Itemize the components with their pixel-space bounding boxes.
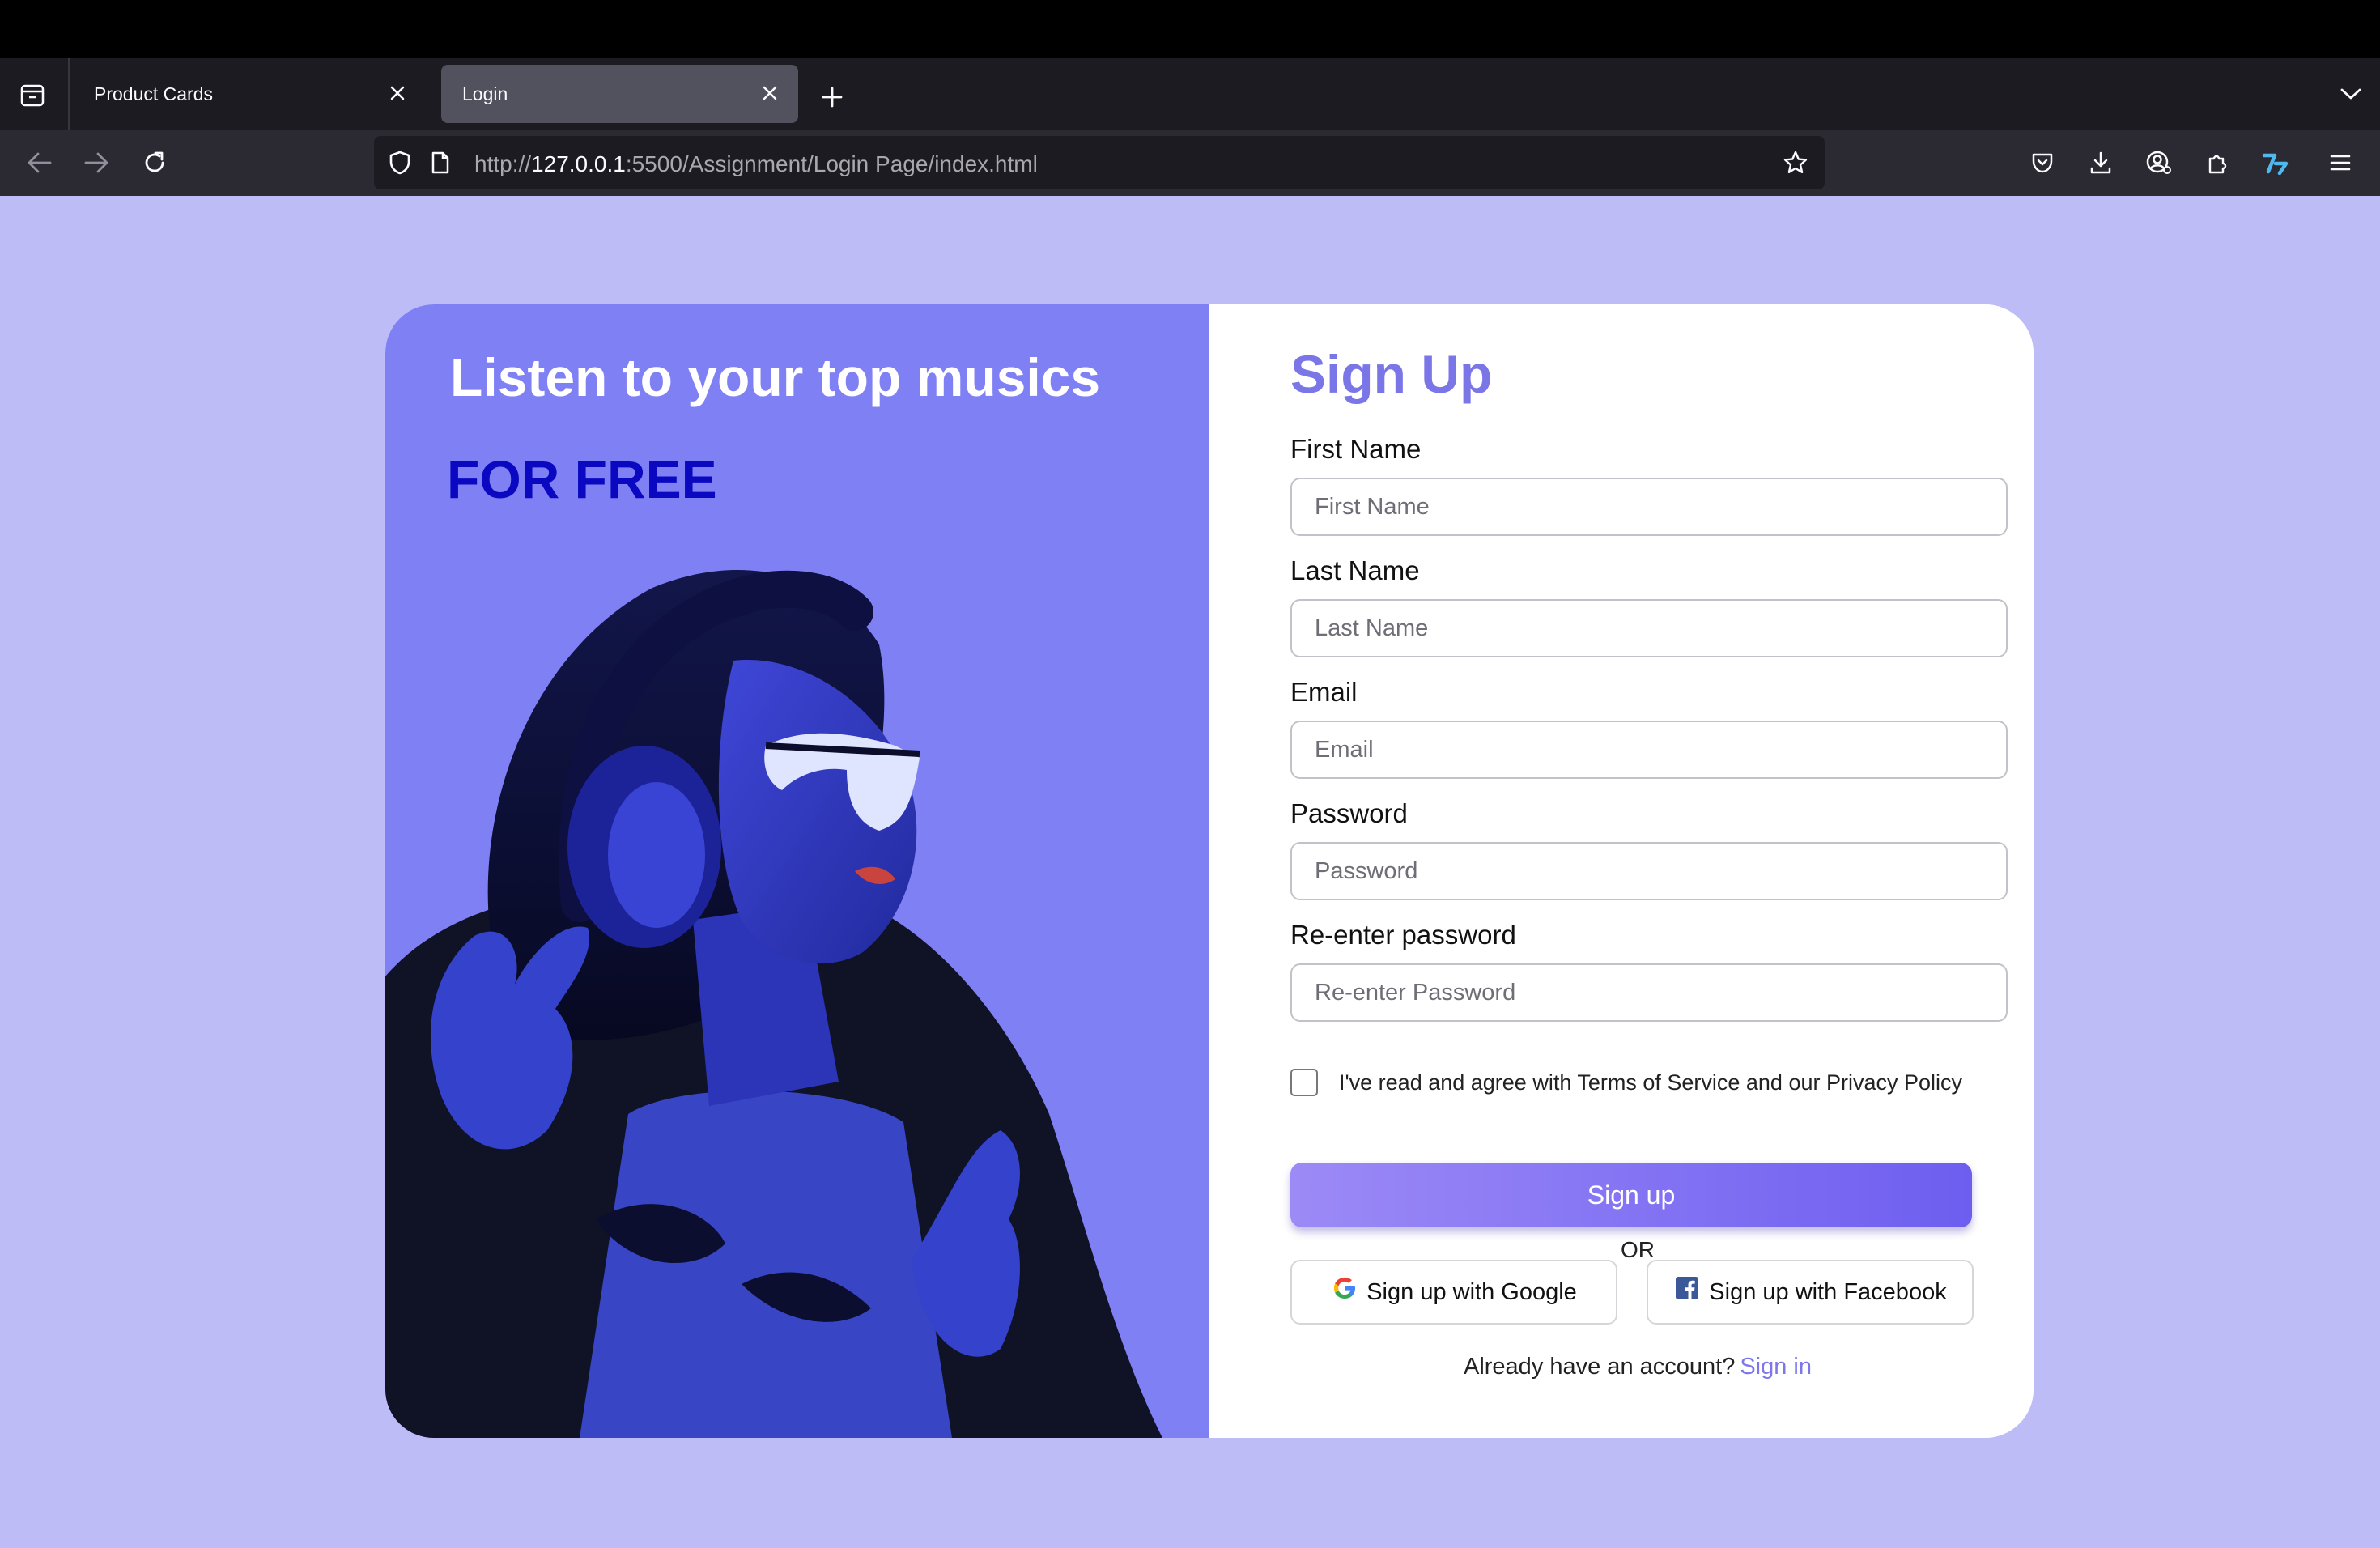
tab-login[interactable]: Login: [441, 65, 798, 123]
new-tab-plus-icon[interactable]: [814, 79, 850, 115]
chevron-down-icon[interactable]: [2333, 76, 2369, 112]
last-name-label: Last Name: [1290, 555, 1420, 585]
form-title: Sign Up: [1290, 344, 1493, 404]
tab-title: Product Cards: [94, 83, 214, 104]
terms-checkbox[interactable]: [1290, 1069, 1318, 1096]
hamburger-menu-icon[interactable]: [2322, 144, 2359, 181]
reenter-password-input[interactable]: [1290, 963, 2008, 1022]
hero-panel: Listen to your top musics FOR FREE: [385, 304, 1209, 1438]
tab-overview-icon[interactable]: [15, 79, 50, 112]
terms-label: I've read and agree with Terms of Servic…: [1339, 1070, 1963, 1095]
email-label: Email: [1290, 677, 1358, 707]
account-icon[interactable]: [2140, 144, 2178, 181]
google-signup-button[interactable]: Sign up with Google: [1290, 1260, 1617, 1325]
first-name-input[interactable]: [1290, 478, 2008, 536]
facebook-icon: [1673, 1274, 1701, 1302]
signin-prompt: Already have an account?: [1463, 1354, 1736, 1380]
download-icon[interactable]: [2082, 144, 2119, 181]
first-name-label: First Name: [1290, 434, 1422, 464]
email-input[interactable]: [1290, 721, 2008, 779]
google-signup-label: Sign up with Google: [1366, 1278, 1577, 1305]
last-name-input[interactable]: [1290, 599, 2008, 657]
hero-title: Listen to your top musics: [450, 347, 1101, 407]
extensions-icon[interactable]: [2199, 144, 2236, 181]
reenter-password-label: Re-enter password: [1290, 920, 1516, 950]
password-input[interactable]: [1290, 842, 2008, 900]
signin-row: Already have an account? Sign in: [1209, 1354, 2034, 1380]
forward-arrow-icon[interactable]: [78, 144, 115, 181]
tab-product-cards[interactable]: Product Cards: [73, 65, 426, 123]
signup-form: Sign Up First Name Last Name Email Passw…: [1209, 304, 2034, 1438]
tab-strip: Product Cards Login: [0, 58, 2380, 130]
tracking-shield-icon[interactable]: [382, 145, 418, 181]
facebook-signup-button[interactable]: Sign up with Facebook: [1647, 1260, 1974, 1325]
page-icon[interactable]: [423, 145, 458, 181]
signup-card: Listen to your top musics FOR FREE Sign …: [385, 304, 2034, 1438]
pocket-icon[interactable]: [2024, 144, 2061, 181]
page-viewport: Listen to your top musics FOR FREE Sign …: [0, 196, 2380, 1548]
tab-title: Login: [462, 83, 508, 104]
reload-icon[interactable]: [136, 144, 173, 181]
close-icon[interactable]: [756, 79, 784, 107]
hero-subtitle: FOR FREE: [447, 449, 717, 509]
url-scheme: http://: [474, 151, 532, 176]
signin-link[interactable]: Sign in: [1740, 1354, 1812, 1380]
url-path: :5500/Assignment/Login Page/index.html: [625, 151, 1038, 176]
tab-divider: [68, 58, 70, 130]
system-top-bar: [0, 0, 2380, 58]
address-bar[interactable]: http://127.0.0.1:5500/Assignment/Login P…: [374, 136, 1825, 189]
extension-logo-icon[interactable]: [2257, 144, 2294, 181]
back-arrow-icon[interactable]: [21, 144, 58, 181]
star-icon[interactable]: [1778, 145, 1813, 181]
signup-button[interactable]: Sign up: [1290, 1163, 1972, 1227]
password-label: Password: [1290, 798, 1408, 828]
facebook-signup-label: Sign up with Facebook: [1709, 1278, 1947, 1305]
url-text[interactable]: http://127.0.0.1:5500/Assignment/Login P…: [474, 151, 1038, 177]
close-icon[interactable]: [384, 79, 411, 107]
google-icon: [1331, 1274, 1358, 1302]
navigation-toolbar: http://127.0.0.1:5500/Assignment/Login P…: [0, 130, 2380, 196]
terms-row: I've read and agree with Terms of Servic…: [1290, 1069, 1962, 1096]
url-host: 127.0.0.1: [531, 151, 626, 176]
